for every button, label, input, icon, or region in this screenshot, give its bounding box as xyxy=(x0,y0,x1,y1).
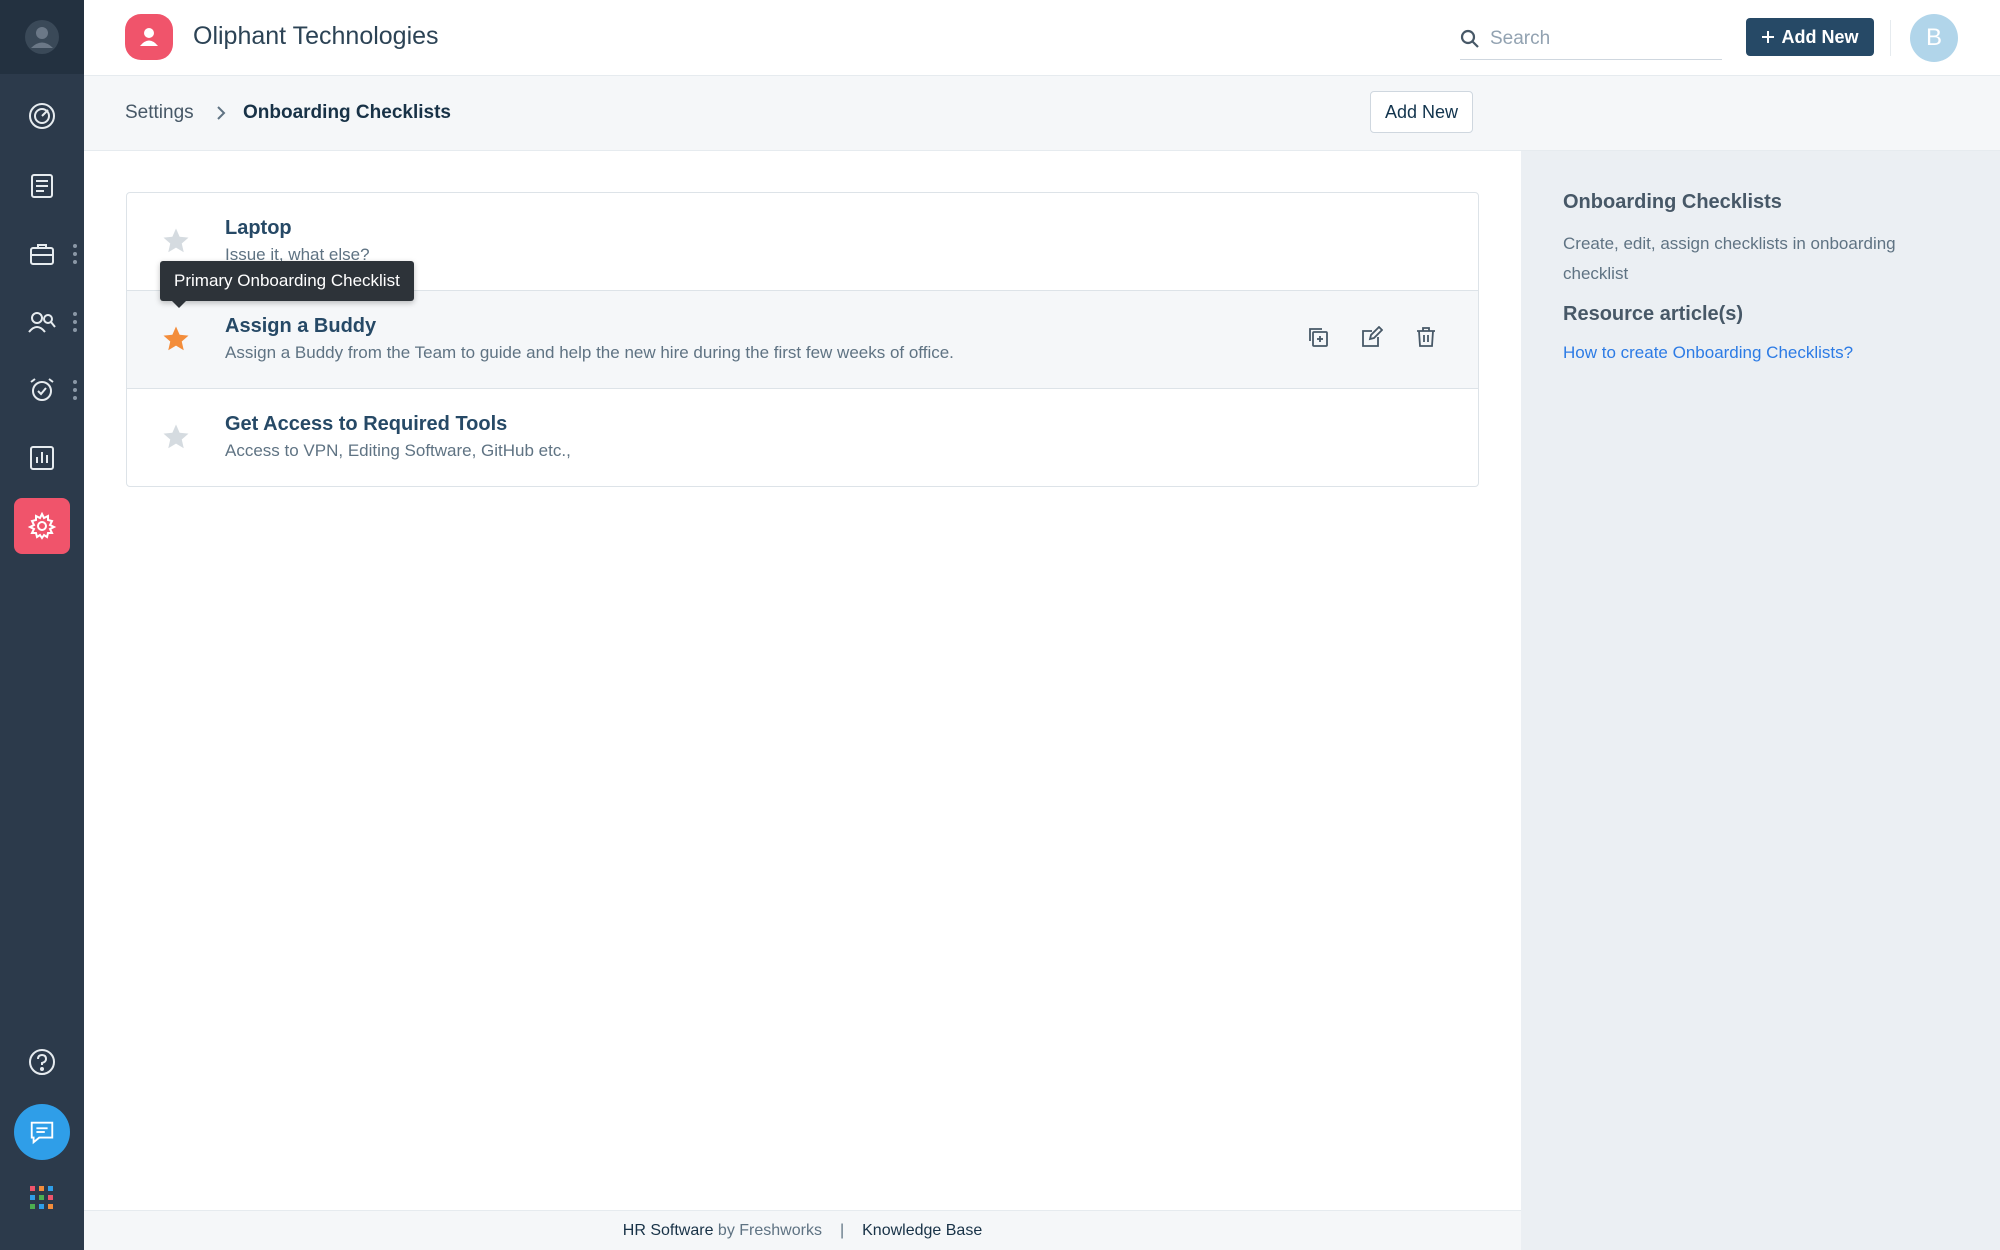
row-actions xyxy=(1306,325,1438,349)
header-add-new-label: Add New xyxy=(1781,26,1859,47)
checklist-title[interactable]: Assign a Buddy xyxy=(225,315,376,338)
help-title: Onboarding Checklists xyxy=(1563,191,1782,213)
search-input[interactable] xyxy=(1490,27,1710,50)
checklist-row[interactable]: Get Access to Required Tools Access to V… xyxy=(127,389,1478,486)
help-panel: Onboarding Checklists Create, edit, assi… xyxy=(1521,151,2000,1250)
chevron-right-icon xyxy=(217,106,226,120)
star-filled-icon[interactable] xyxy=(161,324,191,354)
nav-apps[interactable] xyxy=(14,1170,70,1226)
user-logo-icon xyxy=(140,28,158,46)
clone-button[interactable] xyxy=(1306,325,1330,349)
alarm-icon xyxy=(30,378,54,401)
knowledge-base-link[interactable]: Knowledge Base xyxy=(862,1222,982,1240)
checklist-description: Access to VPN, Editing Software, GitHub … xyxy=(225,441,571,460)
chat-icon xyxy=(30,1121,54,1145)
star-icon[interactable] xyxy=(161,422,191,452)
left-nav-rail xyxy=(0,0,84,1250)
nav-help[interactable] xyxy=(14,1034,70,1090)
clone-icon xyxy=(1309,328,1328,347)
edit-icon xyxy=(1362,326,1383,347)
primary-checklist-tooltip: Primary Onboarding Checklist xyxy=(160,261,414,308)
breadcrumb-bar: Settings Onboarding Checklists Add New xyxy=(84,76,2000,151)
nav-time[interactable] xyxy=(14,362,70,418)
company-name: Oliphant Technologies xyxy=(193,22,439,50)
help-description: Create, edit, assign checklists in onboa… xyxy=(1563,234,1896,283)
footer-company[interactable]: Freshworks xyxy=(739,1222,822,1240)
dashboard-icon xyxy=(29,103,55,129)
main-content: Laptop Issue it, what else? Assign a Bud… xyxy=(84,151,1521,1210)
help-icon xyxy=(29,1049,55,1075)
apps-grid-icon xyxy=(30,1186,53,1209)
jobs-more-icon[interactable] xyxy=(73,244,77,264)
footer-separator: | xyxy=(839,1221,845,1239)
checklist-description: Assign a Buddy from the Team to guide an… xyxy=(225,343,954,362)
footer-by: by xyxy=(717,1221,735,1239)
nav-chat[interactable] xyxy=(14,1104,70,1160)
people-more-icon[interactable] xyxy=(73,312,77,332)
nav-reports[interactable] xyxy=(14,430,70,486)
search-box[interactable] xyxy=(1460,18,1722,60)
nav-dashboard[interactable] xyxy=(14,88,70,144)
checklist-row[interactable]: Assign a Buddy Assign a Buddy from the T… xyxy=(127,291,1478,389)
resource-article-link[interactable]: How to create Onboarding Checklists? xyxy=(1563,343,1853,363)
breadcrumb-settings-link[interactable]: Settings xyxy=(125,102,194,124)
reports-icon xyxy=(30,446,54,470)
search-icon xyxy=(1460,29,1479,48)
resources-heading: Resource article(s) xyxy=(1563,303,1744,325)
user-avatar[interactable]: B xyxy=(1910,14,1958,62)
trash-icon xyxy=(1417,327,1435,347)
settings-icon xyxy=(27,511,57,540)
header-divider xyxy=(1890,20,1891,56)
delete-button[interactable] xyxy=(1414,325,1438,349)
nav-jobs[interactable] xyxy=(14,226,70,282)
footer: HR Software by Freshworks | Knowledge Ba… xyxy=(84,1210,1521,1250)
edit-button[interactable] xyxy=(1360,325,1384,349)
checklist-title[interactable]: Get Access to Required Tools xyxy=(225,413,507,436)
document-icon xyxy=(31,174,53,198)
top-header: Oliphant Technologies Add New B xyxy=(84,0,2000,76)
nav-documents[interactable] xyxy=(14,158,70,214)
header-add-new-button[interactable]: Add New xyxy=(1746,18,1874,56)
nav-settings[interactable] xyxy=(14,498,70,554)
add-new-checklist-button[interactable]: Add New xyxy=(1370,91,1473,133)
page-title: Onboarding Checklists xyxy=(243,102,451,123)
briefcase-icon xyxy=(30,244,54,265)
company-logo[interactable] xyxy=(125,14,173,60)
user-logo-icon xyxy=(25,20,59,54)
plus-icon xyxy=(1762,31,1775,43)
star-icon[interactable] xyxy=(161,226,191,256)
rail-logo[interactable] xyxy=(0,0,84,74)
checklist-list: Laptop Issue it, what else? Assign a Bud… xyxy=(126,192,1479,487)
nav-people[interactable] xyxy=(14,294,70,350)
footer-product-link[interactable]: HR Software xyxy=(623,1222,714,1240)
people-icon xyxy=(28,312,56,333)
checklist-title[interactable]: Laptop xyxy=(225,217,292,240)
time-more-icon[interactable] xyxy=(73,380,77,400)
